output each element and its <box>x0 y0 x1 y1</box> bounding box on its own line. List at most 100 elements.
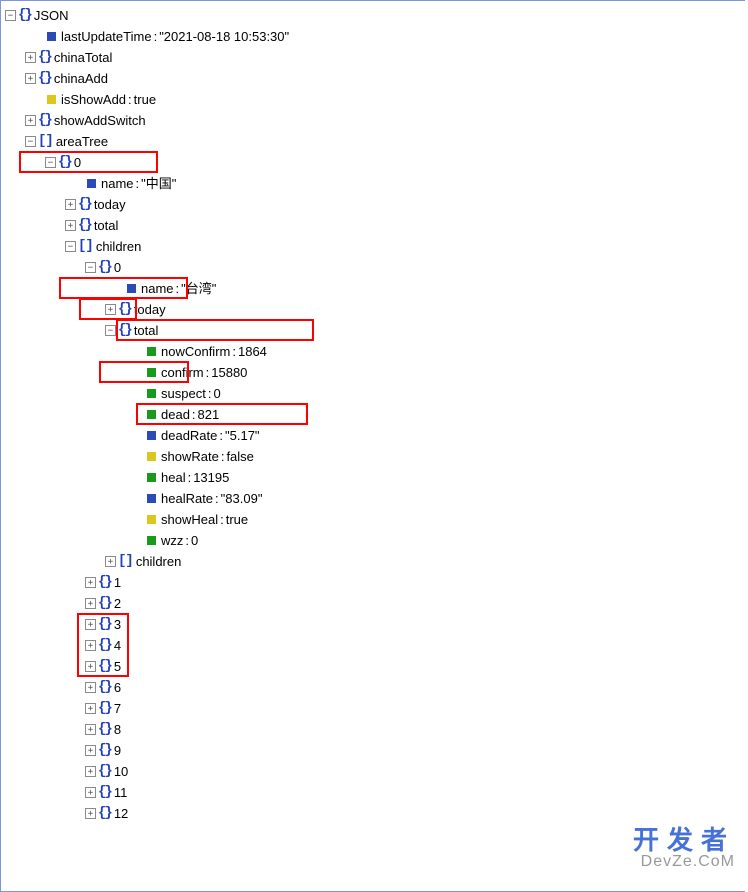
expand-icon[interactable]: + <box>85 619 96 630</box>
collapse-icon[interactable]: − <box>5 10 16 21</box>
number-icon <box>147 389 156 398</box>
node-label: total <box>134 320 159 341</box>
expand-icon[interactable]: + <box>65 199 76 210</box>
number-icon <box>147 536 156 545</box>
node-dead[interactable]: dead: 821 <box>5 404 745 425</box>
node-index-9[interactable]: +{}9 <box>5 740 745 761</box>
node-root[interactable]: − {} JSON <box>5 5 745 26</box>
object-icon: {} <box>18 5 31 26</box>
node-name-taiwan[interactable]: name : "台湾" <box>5 278 745 299</box>
node-value: "2021-08-18 10:53:30" <box>159 26 289 47</box>
node-areaTree[interactable]: − [] areaTree <box>5 131 745 152</box>
node-showHeal[interactable]: showHeal: true <box>5 509 745 530</box>
expand-icon[interactable]: + <box>105 304 116 315</box>
string-icon <box>127 284 136 293</box>
node-deadRate[interactable]: deadRate: "5.17" <box>5 425 745 446</box>
bool-icon <box>147 515 156 524</box>
collapse-icon[interactable]: − <box>85 262 96 273</box>
node-index-8[interactable]: +{}8 <box>5 719 745 740</box>
object-icon: {} <box>78 194 91 215</box>
node-index-4[interactable]: +{}4 <box>5 635 745 656</box>
string-icon <box>147 494 156 503</box>
node-label: chinaTotal <box>54 47 113 68</box>
object-icon: {} <box>98 656 111 677</box>
node-showRate[interactable]: showRate: false <box>5 446 745 467</box>
object-icon: {} <box>98 635 111 656</box>
object-icon: {} <box>98 677 111 698</box>
node-confirm[interactable]: confirm: 15880 <box>5 362 745 383</box>
node-index-5[interactable]: +{}5 <box>5 656 745 677</box>
object-icon: {} <box>98 761 111 782</box>
bool-icon <box>147 452 156 461</box>
expand-icon[interactable]: + <box>85 787 96 798</box>
node-label: total <box>94 215 119 236</box>
collapse-icon[interactable]: − <box>65 241 76 252</box>
node-nowConfirm[interactable]: nowConfirm: 1864 <box>5 341 745 362</box>
node-chinaTotal[interactable]: + {} chinaTotal <box>5 47 745 68</box>
array-icon: [] <box>118 551 133 572</box>
node-lastUpdateTime[interactable]: lastUpdateTime : "2021-08-18 10:53:30" <box>5 26 745 47</box>
object-icon: {} <box>118 320 131 341</box>
expand-icon[interactable]: + <box>85 724 96 735</box>
collapse-icon[interactable]: − <box>105 325 116 336</box>
node-suspect[interactable]: suspect: 0 <box>5 383 745 404</box>
node-areaTree-0[interactable]: − {} 0 <box>5 152 745 173</box>
expand-icon[interactable]: + <box>85 745 96 756</box>
node-label: chinaAdd <box>54 68 108 89</box>
node-index-2[interactable]: +{}2 <box>5 593 745 614</box>
expand-icon[interactable]: + <box>25 52 36 63</box>
expand-icon[interactable]: + <box>85 598 96 609</box>
node-label: children <box>136 551 182 572</box>
object-icon: {} <box>98 782 111 803</box>
node-label: areaTree <box>56 131 108 152</box>
node-healRate[interactable]: healRate: "83.09" <box>5 488 745 509</box>
node-children-inner[interactable]: + [] children <box>5 551 745 572</box>
node-index-11[interactable]: +{}11 <box>5 782 745 803</box>
expand-icon[interactable]: + <box>85 661 96 672</box>
node-isShowAdd[interactable]: isShowAdd : true <box>5 89 745 110</box>
json-tree-viewer: − {} JSON lastUpdateTime : "2021-08-18 1… <box>0 0 745 892</box>
node-index-7[interactable]: +{}7 <box>5 698 745 719</box>
expand-icon[interactable]: + <box>85 577 96 588</box>
expand-icon[interactable]: + <box>25 73 36 84</box>
node-today[interactable]: + {} today <box>5 194 745 215</box>
object-icon: {} <box>98 614 111 635</box>
node-children[interactable]: − [] children <box>5 236 745 257</box>
node-key: isShowAdd <box>61 89 126 110</box>
node-today-tw[interactable]: + {} today <box>5 299 745 320</box>
node-chinaAdd[interactable]: + {} chinaAdd <box>5 68 745 89</box>
expand-icon[interactable]: + <box>85 682 96 693</box>
expand-icon[interactable]: + <box>65 220 76 231</box>
node-children-0[interactable]: − {} 0 <box>5 257 745 278</box>
watermark-en: DevZe.CoM <box>633 853 735 871</box>
node-index-1[interactable]: +{}1 <box>5 572 745 593</box>
number-icon <box>147 368 156 377</box>
node-index-10[interactable]: +{}10 <box>5 761 745 782</box>
node-value: true <box>134 89 156 110</box>
node-label: 0 <box>114 257 121 278</box>
expand-icon[interactable]: + <box>85 640 96 651</box>
expand-icon[interactable]: + <box>85 808 96 819</box>
node-wzz[interactable]: wzz: 0 <box>5 530 745 551</box>
string-icon <box>147 431 156 440</box>
object-icon: {} <box>58 152 71 173</box>
object-icon: {} <box>38 68 51 89</box>
expand-icon[interactable]: + <box>105 556 116 567</box>
node-total-tw[interactable]: − {} total <box>5 320 745 341</box>
object-icon: {} <box>98 593 111 614</box>
node-showAddSwitch[interactable]: + {} showAddSwitch <box>5 110 745 131</box>
object-icon: {} <box>98 740 111 761</box>
expand-icon[interactable]: + <box>25 115 36 126</box>
watermark-ch: 开发者 <box>633 820 735 857</box>
collapse-icon[interactable]: − <box>25 136 36 147</box>
expand-icon[interactable]: + <box>85 766 96 777</box>
node-name-china[interactable]: name : "中国" <box>5 173 745 194</box>
node-index-3[interactable]: +{}3 <box>5 614 745 635</box>
object-icon: {} <box>38 110 51 131</box>
expand-icon[interactable]: + <box>85 703 96 714</box>
collapse-icon[interactable]: − <box>45 157 56 168</box>
array-icon: [] <box>78 236 93 257</box>
node-index-6[interactable]: +{}6 <box>5 677 745 698</box>
node-heal[interactable]: heal: 13195 <box>5 467 745 488</box>
node-total[interactable]: + {} total <box>5 215 745 236</box>
